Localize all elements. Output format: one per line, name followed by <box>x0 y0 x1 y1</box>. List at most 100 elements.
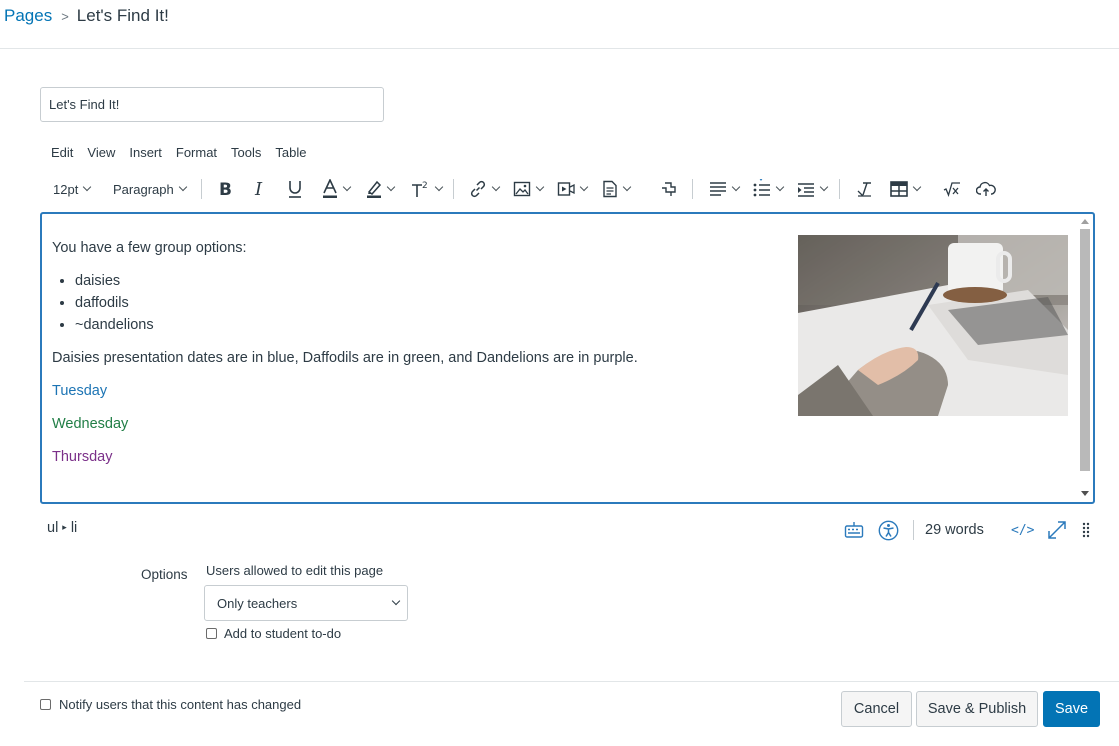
table-button[interactable] <box>890 176 922 202</box>
word-count[interactable]: 29 words <box>925 516 984 544</box>
resize-handle[interactable] <box>1082 516 1090 544</box>
chevron-down-icon <box>622 182 632 192</box>
chevron-down-icon <box>178 182 187 192</box>
toolbar-divider <box>692 179 693 199</box>
scroll-down-arrow-icon[interactable] <box>1081 491 1089 496</box>
student-todo-label[interactable]: Add to student to-do <box>224 626 341 641</box>
edit-permissions-value: Only teachers <box>217 595 298 611</box>
table-icon <box>890 181 908 197</box>
clear-formatting-button[interactable] <box>856 176 874 202</box>
breadcrumb-current-page: Let's Find It! <box>76 6 169 25</box>
italic-button[interactable]: I <box>252 176 268 202</box>
fullscreen-icon <box>1048 521 1066 539</box>
equation-icon <box>943 182 960 197</box>
link-button[interactable] <box>469 176 501 202</box>
menu-table[interactable]: Table <box>268 145 313 161</box>
notify-users-label[interactable]: Notify users that this content has chang… <box>59 697 301 712</box>
block-format-value: Paragraph <box>113 181 174 197</box>
editor-status-controls: 29 words </> <box>840 516 1100 544</box>
menu-insert[interactable]: Insert <box>122 145 169 161</box>
save-and-publish-button[interactable]: Save & Publish <box>916 691 1038 727</box>
header-divider <box>0 48 1119 49</box>
group-options-list: daisies daffodils ~dandelions <box>52 271 154 337</box>
bold-button[interactable]: B <box>217 176 233 202</box>
page-title-input[interactable] <box>40 87 384 122</box>
rich-content-editor[interactable]: You have a few group options: daisies da… <box>40 212 1095 504</box>
chevron-down-icon <box>535 182 545 192</box>
svg-text:B: B <box>219 180 232 198</box>
cancel-button[interactable]: Cancel <box>841 691 912 727</box>
text-color-button[interactable] <box>322 176 352 202</box>
keyboard-shortcuts-button[interactable] <box>844 516 864 544</box>
chevron-down-icon <box>731 182 741 192</box>
chevron-down-icon <box>342 182 352 192</box>
breadcrumb-separator: > <box>61 8 69 24</box>
edit-permissions-select[interactable]: Only teachers <box>204 585 408 621</box>
chevron-down-icon <box>434 182 444 192</box>
apps-icon <box>662 182 676 196</box>
menu-tools[interactable]: Tools <box>224 145 268 161</box>
superscript-button[interactable]: 2 <box>410 176 444 202</box>
chevron-down-icon <box>83 182 92 192</box>
indent-icon <box>798 183 814 197</box>
scroll-up-arrow-icon[interactable] <box>1081 219 1089 224</box>
footer-divider <box>24 681 1119 682</box>
upload-cloud-icon <box>976 181 996 196</box>
block-format-dropdown[interactable]: Paragraph <box>113 176 187 202</box>
link-icon <box>470 180 486 198</box>
menu-edit[interactable]: Edit <box>44 145 80 161</box>
keyboard-icon <box>844 522 864 538</box>
chevron-down-icon <box>819 182 829 192</box>
chevron-down-icon <box>912 182 922 192</box>
underline-button[interactable] <box>286 176 304 202</box>
path-li[interactable]: li <box>71 520 77 536</box>
bullet-list-button[interactable] <box>753 176 785 202</box>
edit-permissions-label: Users allowed to edit this page <box>206 563 384 578</box>
accessibility-icon <box>878 520 899 540</box>
fullscreen-button[interactable] <box>1047 516 1067 544</box>
equation-button[interactable] <box>943 176 961 202</box>
image-button[interactable] <box>513 176 545 202</box>
font-size-dropdown[interactable]: 12pt <box>53 176 92 202</box>
list-item: daisies <box>75 271 154 293</box>
superscript-icon: 2 <box>412 181 428 197</box>
chevron-down-icon <box>579 182 589 192</box>
menu-view[interactable]: View <box>80 145 122 161</box>
align-button[interactable] <box>709 176 741 202</box>
font-size-value: 12pt <box>53 181 79 197</box>
accessibility-checker-button[interactable] <box>878 516 899 544</box>
indent-button[interactable] <box>797 176 829 202</box>
italic-icon: I <box>254 180 263 198</box>
breadcrumb-pages-link[interactable]: Pages <box>4 6 52 26</box>
element-path: ul ▸ li <box>47 520 77 536</box>
save-button[interactable]: Save <box>1043 691 1100 727</box>
tuesday-text: Tuesday <box>52 383 108 399</box>
document-button[interactable] <box>602 176 632 202</box>
path-separator: ▸ <box>62 522 67 532</box>
chevron-down-icon <box>775 182 785 192</box>
path-ul[interactable]: ul <box>47 520 58 536</box>
breadcrumb: Pages > Let's Find It! <box>4 6 169 26</box>
menu-format[interactable]: Format <box>169 145 224 161</box>
media-button[interactable] <box>557 176 589 202</box>
highlight-button[interactable] <box>366 176 396 202</box>
upload-cloud-button[interactable] <box>976 176 996 202</box>
html-editor-toggle[interactable]: </> <box>1011 516 1034 544</box>
svg-text:I: I <box>254 180 263 198</box>
student-todo-checkbox[interactable] <box>206 628 217 639</box>
editor-toolbar: 12pt Paragraph B I 2 <box>44 176 1054 202</box>
clear-formatting-icon <box>857 182 871 197</box>
toolbar-divider <box>839 179 840 199</box>
apps-button[interactable] <box>660 176 678 202</box>
bullet-list-icon <box>753 179 770 197</box>
chevron-down-icon <box>386 182 396 192</box>
editor-scrollbar[interactable] <box>1078 214 1090 502</box>
document-icon <box>603 180 617 198</box>
writing-photo[interactable] <box>798 235 1068 416</box>
media-icon <box>557 182 575 196</box>
bold-icon: B <box>219 180 232 198</box>
status-divider <box>913 520 914 540</box>
wednesday-text: Wednesday <box>52 416 129 432</box>
notify-users-checkbox[interactable] <box>40 699 51 710</box>
scrollbar-thumb[interactable] <box>1080 229 1090 471</box>
